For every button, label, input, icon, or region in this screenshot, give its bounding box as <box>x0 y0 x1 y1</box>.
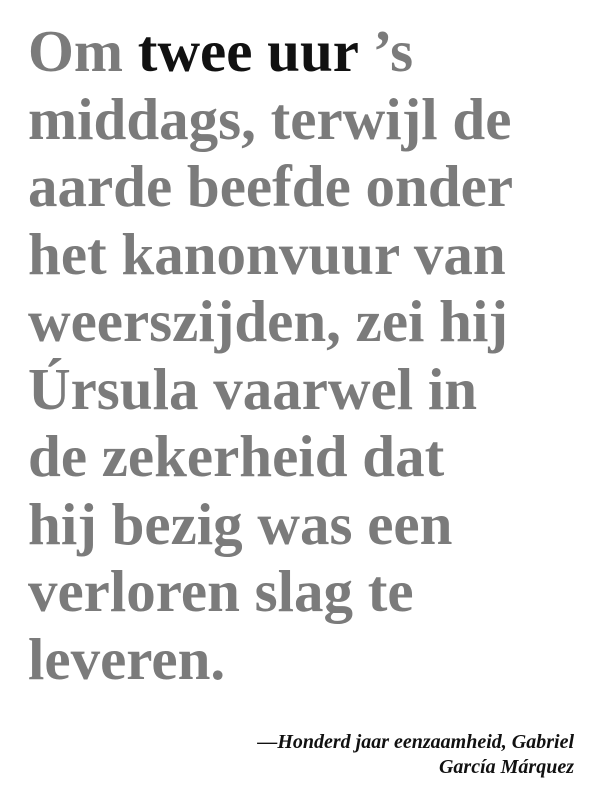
quote-line-9: verloren slag te <box>28 558 414 624</box>
quote-line-1-prefix: Om <box>28 18 138 84</box>
quote-line-6: Úrsula vaarwel in <box>28 355 478 422</box>
quote-highlight: twee uur <box>137 18 358 84</box>
attribution-line-2: García Márquez <box>438 756 574 778</box>
quote-line-7: de zekerheid dat <box>28 423 445 489</box>
quote-line-5: weerszijden, zei hij <box>28 288 509 354</box>
quote-text: Om twee uur ’s middags, terwijl de aarde… <box>28 18 570 693</box>
attribution: —Honderd jaar eenzaamheid, Gabriel Garcí… <box>134 730 574 780</box>
quote-line-10: leveren. <box>28 625 226 692</box>
attribution-line-1: —Honderd jaar eenzaamheid, Gabriel <box>257 731 574 753</box>
quote-line-4: het kanonvuur van <box>28 220 506 287</box>
quote-line-8: hij bezig was een <box>28 490 453 557</box>
page: Om twee uur ’s middags, terwijl de aarde… <box>0 0 600 800</box>
quote-line-1: Om twee uur ’s <box>28 18 570 86</box>
quote-line-3: aarde beefde onder <box>28 153 514 219</box>
quote-line-2: middags, terwijl de <box>28 85 512 152</box>
quote-line-1-suffix: ’s <box>357 18 414 84</box>
